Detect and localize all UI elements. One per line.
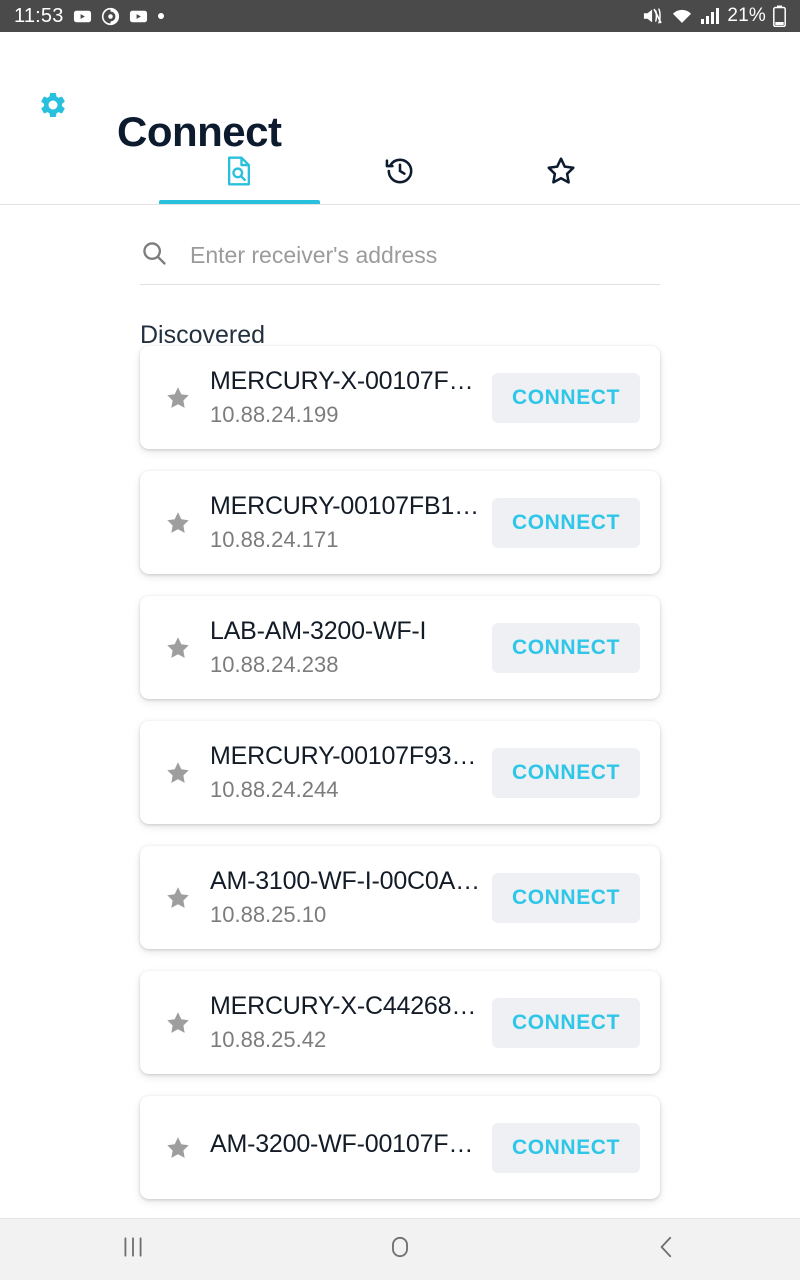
- device-name: MERCURY-00107F930CA4: [210, 742, 482, 770]
- home-icon: [387, 1234, 413, 1265]
- device-name: AM-3200-WF-00107FED7F…: [210, 1130, 482, 1158]
- device-list: MERCURY-X-00107FD30A19 10.88.24.199 CONN…: [0, 346, 800, 1199]
- mute-icon: [642, 6, 664, 26]
- tab-history[interactable]: [320, 142, 481, 204]
- device-name: MERCURY-X-00107FD30A19: [210, 367, 482, 395]
- tab-favorites[interactable]: [480, 142, 641, 204]
- device-info: MERCURY-X-C442680003D3 10.88.25.42: [210, 992, 482, 1053]
- back-button[interactable]: [533, 1234, 800, 1265]
- device-info: MERCURY-X-00107FD30A19 10.88.24.199: [210, 367, 482, 428]
- device-name: LAB-AM-3200-WF-I: [210, 617, 427, 645]
- connect-button[interactable]: CONNECT: [491, 497, 640, 548]
- media-circle-icon: [101, 7, 120, 26]
- device-ip: 10.88.24.238: [210, 652, 339, 677]
- status-bar-left: 11:53: [14, 5, 165, 28]
- device-ip: 10.88.24.244: [210, 777, 339, 802]
- star-filled-icon[interactable]: [164, 759, 192, 787]
- star-filled-icon[interactable]: [164, 384, 192, 412]
- connect-button[interactable]: CONNECT: [491, 372, 640, 423]
- star-filled-icon[interactable]: [164, 884, 192, 912]
- back-icon: [654, 1234, 680, 1265]
- battery-icon: [773, 5, 786, 27]
- device-card[interactable]: LAB-AM-3200-WF-I 10.88.24.238 CONNECT: [140, 596, 660, 699]
- device-info: AM-3100-WF-I-00C0AC800… 10.88.25.10: [210, 867, 482, 928]
- recents-icon: [120, 1234, 146, 1265]
- tab-discover[interactable]: [159, 142, 320, 204]
- device-card[interactable]: AM-3100-WF-I-00C0AC800… 10.88.25.10 CONN…: [140, 846, 660, 949]
- connect-button[interactable]: CONNECT: [491, 997, 640, 1048]
- youtube-play-icon: [129, 7, 148, 26]
- status-bar: 11:53 21%: [0, 0, 800, 32]
- recents-button[interactable]: [0, 1234, 267, 1265]
- search-input[interactable]: [190, 242, 660, 269]
- device-name: MERCURY-00107FB1E63C: [210, 492, 482, 520]
- history-clock-icon: [384, 155, 416, 192]
- battery-percentage: 21%: [727, 5, 766, 26]
- device-card[interactable]: AM-3200-WF-00107FED7F… CONNECT: [140, 1096, 660, 1199]
- device-name: MERCURY-X-C442680003D3: [210, 992, 482, 1020]
- dot-indicator-icon: [157, 12, 165, 20]
- home-button[interactable]: [267, 1234, 534, 1265]
- device-info: MERCURY-00107FB1E63C 10.88.24.171: [210, 492, 482, 553]
- gear-icon[interactable]: [38, 90, 68, 120]
- device-ip: 10.88.25.42: [210, 1027, 327, 1052]
- search-icon: [140, 239, 168, 272]
- search-section: [0, 205, 800, 285]
- device-list-viewport[interactable]: MERCURY-X-00107FD30A19 10.88.24.199 CONN…: [0, 322, 800, 1218]
- device-card[interactable]: MERCURY-X-C442680003D3 10.88.25.42 CONNE…: [140, 971, 660, 1074]
- device-info: LAB-AM-3200-WF-I 10.88.24.238: [210, 617, 482, 678]
- star-filled-icon[interactable]: [164, 1009, 192, 1037]
- system-navigation-bar: [0, 1218, 800, 1280]
- device-info: MERCURY-00107F930CA4 10.88.24.244: [210, 742, 482, 803]
- youtube-play-icon: [73, 7, 92, 26]
- device-info: AM-3200-WF-00107FED7F…: [210, 1130, 482, 1165]
- connect-button[interactable]: CONNECT: [491, 872, 640, 923]
- device-card[interactable]: MERCURY-00107F930CA4 10.88.24.244 CONNEC…: [140, 721, 660, 824]
- device-name: AM-3100-WF-I-00C0AC800…: [210, 867, 482, 895]
- tab-active-indicator: [159, 200, 320, 204]
- document-search-icon: [224, 155, 254, 192]
- star-filled-icon[interactable]: [164, 634, 192, 662]
- connect-button[interactable]: CONNECT: [491, 622, 640, 673]
- device-card[interactable]: MERCURY-00107FB1E63C 10.88.24.171 CONNEC…: [140, 471, 660, 574]
- status-bar-clock: 11:53: [14, 4, 64, 27]
- search-box[interactable]: [140, 227, 660, 285]
- device-ip: 10.88.25.10: [210, 902, 327, 927]
- device-ip: 10.88.24.199: [210, 402, 339, 427]
- device-ip: 10.88.24.171: [210, 527, 339, 552]
- star-filled-icon[interactable]: [164, 1134, 192, 1162]
- star-outline-icon: [545, 155, 577, 192]
- status-bar-right: 21%: [642, 5, 786, 27]
- app-header: Connect: [0, 32, 800, 155]
- cellular-signal-icon: [700, 7, 720, 25]
- connect-button[interactable]: CONNECT: [491, 1122, 640, 1173]
- device-card[interactable]: MERCURY-X-00107FD30A19 10.88.24.199 CONN…: [140, 346, 660, 449]
- star-filled-icon[interactable]: [164, 509, 192, 537]
- wifi-icon: [671, 6, 693, 26]
- connect-button[interactable]: CONNECT: [491, 747, 640, 798]
